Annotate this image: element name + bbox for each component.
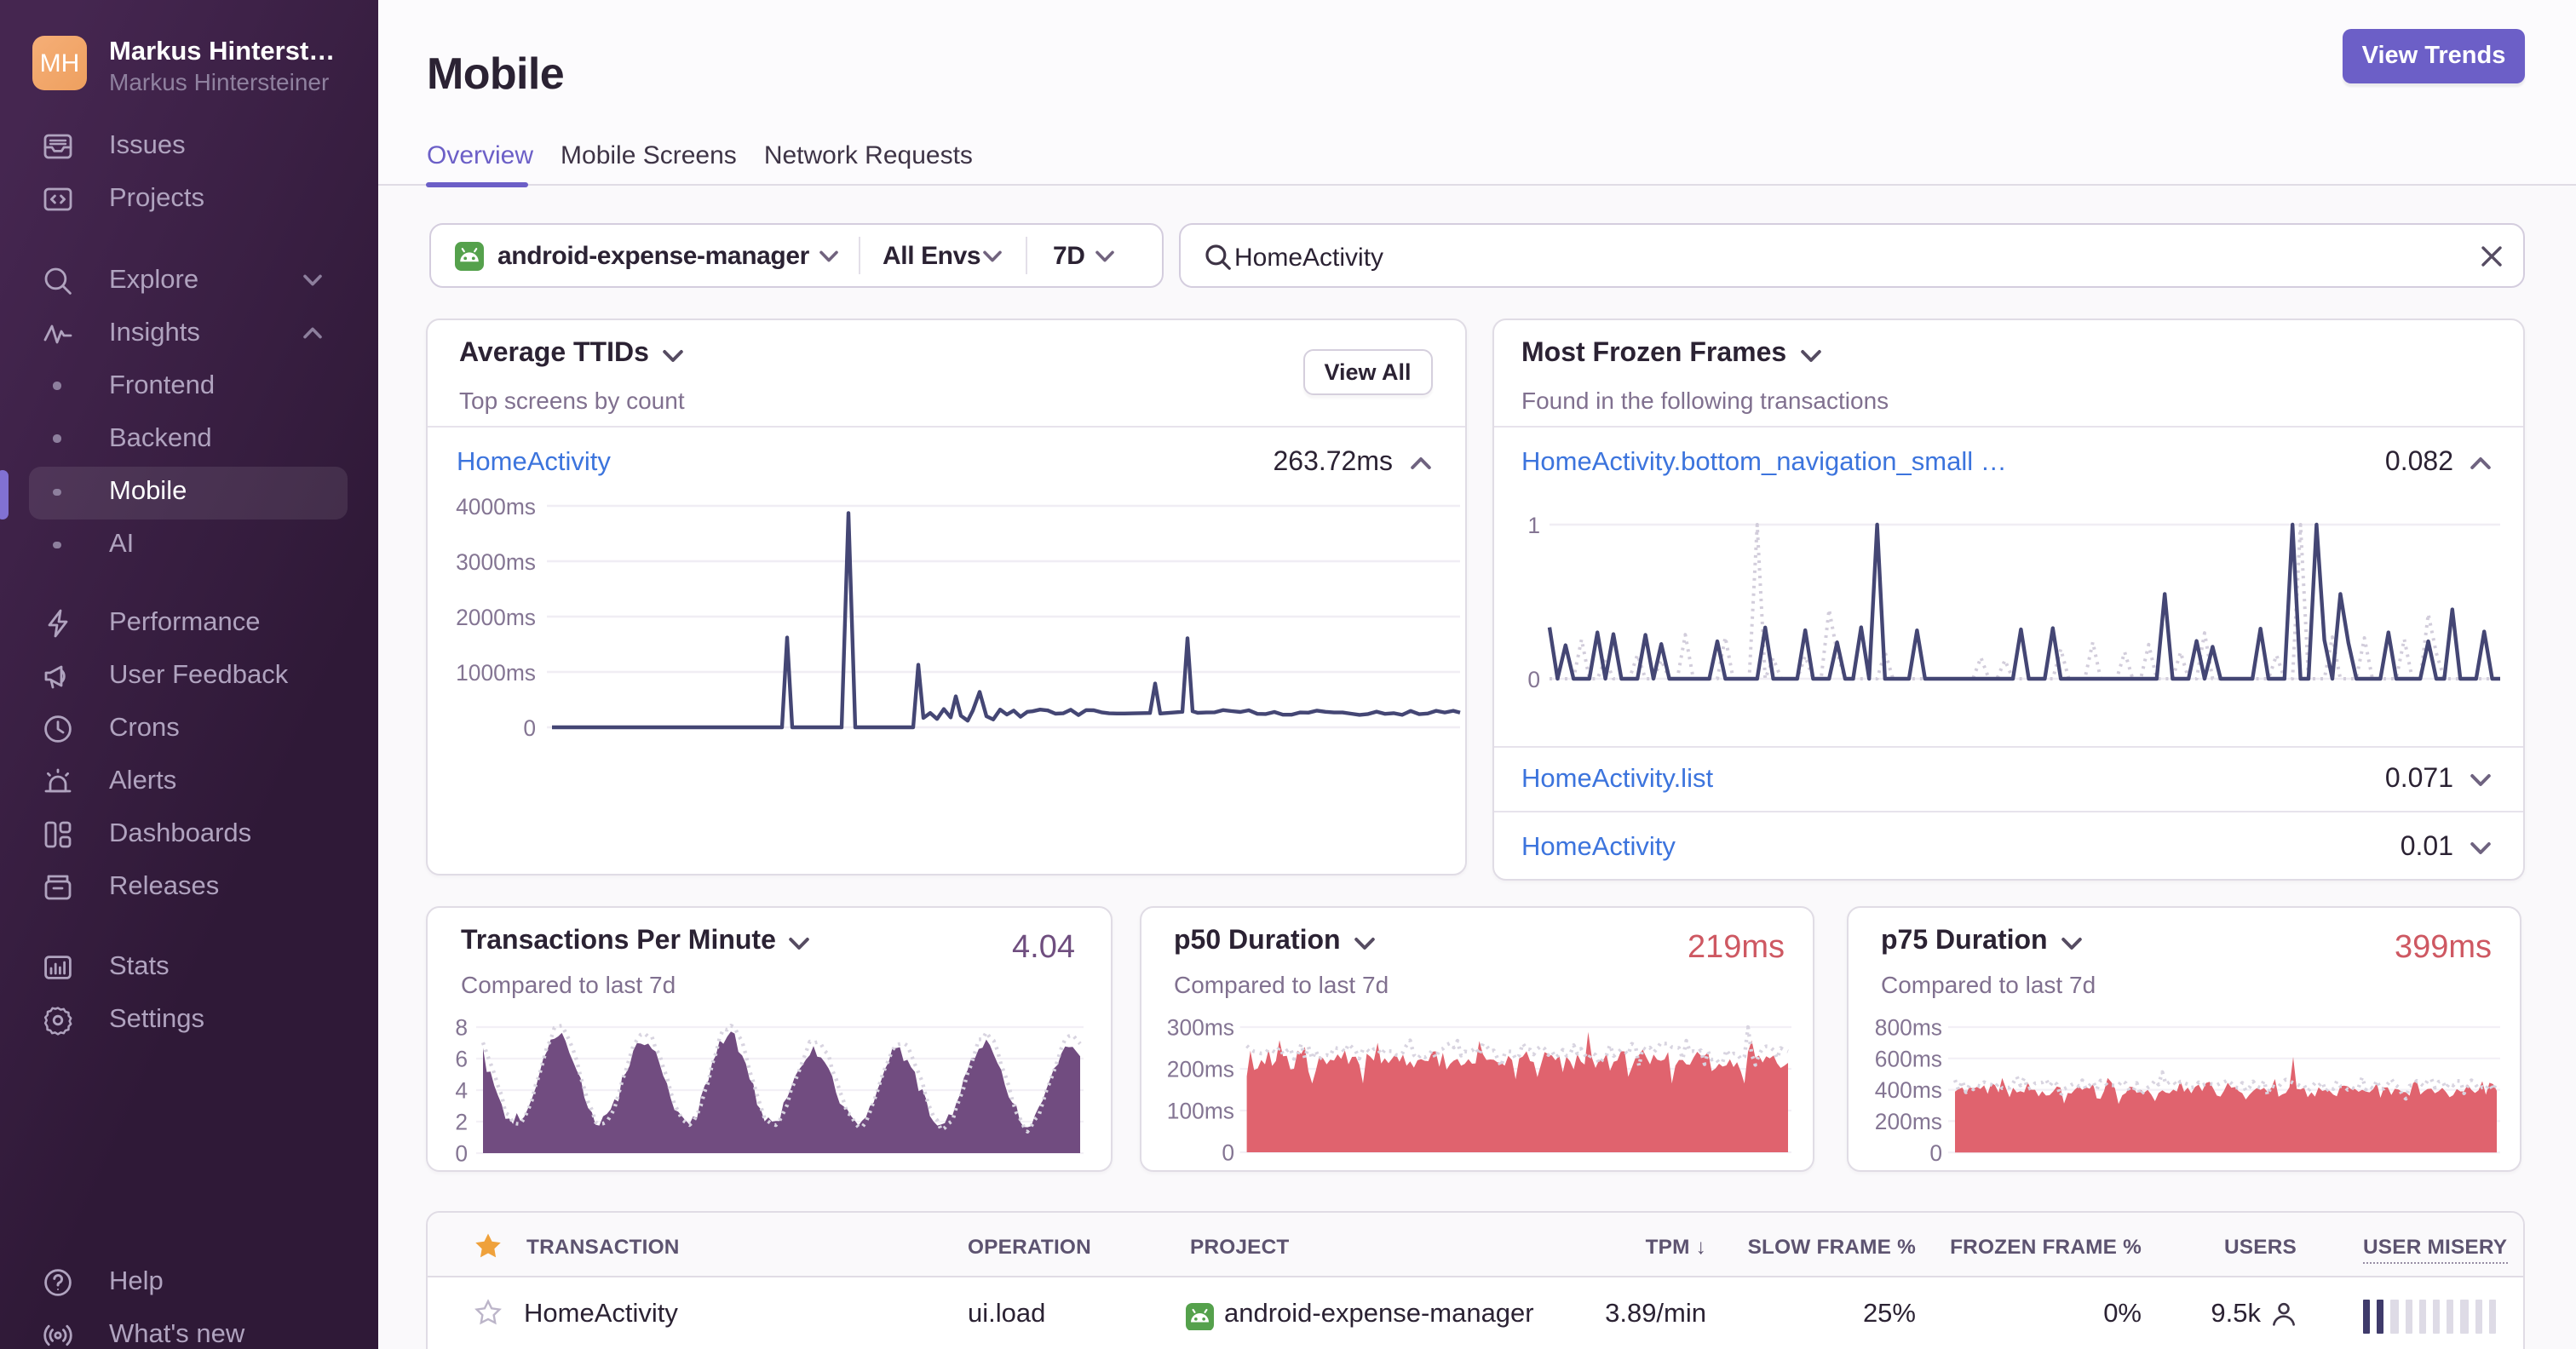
svg-text:8: 8 (455, 1015, 468, 1041)
svg-text:3000ms: 3000ms (456, 548, 536, 574)
svg-text:800ms: 800ms (1874, 1015, 1941, 1041)
svg-text:200ms: 200ms (1166, 1057, 1233, 1082)
svg-text:2: 2 (455, 1110, 468, 1135)
svg-text:0: 0 (455, 1141, 468, 1167)
svg-text:0: 0 (1527, 667, 1539, 692)
svg-text:300ms: 300ms (1166, 1015, 1233, 1041)
svg-text:200ms: 200ms (1874, 1109, 1941, 1134)
svg-text:6: 6 (455, 1047, 468, 1072)
svg-text:0: 0 (1929, 1140, 1941, 1166)
svg-text:1: 1 (1527, 513, 1539, 538)
svg-text:100ms: 100ms (1166, 1099, 1233, 1124)
svg-text:400ms: 400ms (1874, 1077, 1941, 1103)
svg-text:1000ms: 1000ms (456, 659, 536, 685)
svg-text:4: 4 (455, 1078, 468, 1104)
svg-text:0: 0 (523, 715, 536, 740)
svg-text:4000ms: 4000ms (456, 493, 536, 519)
svg-text:600ms: 600ms (1874, 1046, 1941, 1071)
svg-text:2000ms: 2000ms (456, 604, 536, 629)
svg-text:0: 0 (1221, 1140, 1233, 1166)
